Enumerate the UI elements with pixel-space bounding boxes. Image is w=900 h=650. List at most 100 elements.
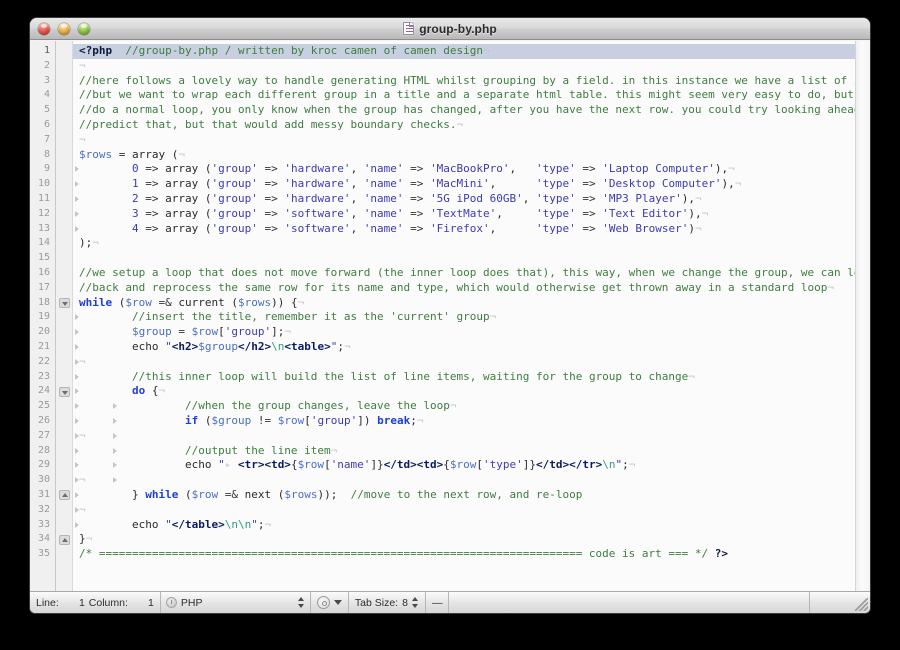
code-line[interactable]: 1 => array ('group' => 'hardware', 'name… — [73, 177, 855, 192]
code-line[interactable]: //when the group changes, leave the loop… — [73, 399, 855, 414]
code-token-str: 'name' — [363, 221, 404, 235]
fold-slot — [56, 414, 72, 429]
code-line[interactable]: //but we want to wrap each different gro… — [73, 88, 855, 103]
bundle-menu[interactable] — [311, 592, 349, 613]
code-line[interactable]: <?php //group-by.php / written by kroc c… — [73, 44, 855, 59]
code-token-op: => — [403, 177, 431, 191]
code-line[interactable]: echo "<h2>$group</h2>\n<table>";¬ — [73, 340, 855, 355]
code-token-com: //but we want to wrap each different gro… — [79, 88, 855, 102]
language-stepper-icon[interactable] — [297, 596, 305, 609]
zoom-button[interactable] — [78, 22, 90, 35]
code-line[interactable]: ¬ — [73, 355, 855, 370]
tab-indent-marker — [113, 447, 117, 454]
code-line[interactable]: //here follows a lovely way to handle ge… — [73, 74, 855, 89]
code-token-plain: )) { — [271, 295, 298, 309]
vertical-scrollbar[interactable] — [855, 41, 870, 591]
fold-toggle[interactable] — [56, 488, 72, 503]
code-line[interactable]: /* =====================================… — [73, 547, 855, 562]
code-line[interactable]: //output the line item¬ — [73, 444, 855, 459]
language-value: PHP — [180, 596, 203, 609]
code-line[interactable] — [73, 251, 855, 266]
soft-wrap-indicator[interactable]: — — [426, 592, 450, 613]
line-number-gutter[interactable]: 1 2 3 4 5 6 7 8 9 10 11 12 13 14 15 16 17 18 19 20 21 22 23 24 2… — [30, 41, 56, 591]
code-line[interactable]: echo "</table>\n\n";¬ — [73, 518, 855, 533]
code-line[interactable]: //back and reprocess the same row for it… — [73, 281, 855, 296]
code-line[interactable]: 0 => array ('group' => 'hardware', 'name… — [73, 162, 855, 177]
fold-toggle[interactable] — [56, 532, 72, 547]
tab-size-stepper-icon[interactable] — [411, 596, 419, 609]
line-value: 1 — [78, 596, 85, 609]
code-line[interactable]: //insert the title, remember it as the '… — [73, 310, 855, 325]
code-token-str: " — [251, 517, 258, 531]
code-line[interactable]: //we setup a loop that does not move for… — [73, 266, 855, 281]
code-line[interactable]: //this inner loop will build the list of… — [73, 370, 855, 385]
end-of-line-marker: ¬ — [695, 191, 702, 205]
code-token-esc: \n\n — [224, 517, 252, 531]
code-token-plain: [ — [324, 458, 331, 472]
line-number: 25 — [37, 400, 50, 412]
code-token-str: 'type' — [536, 206, 576, 220]
code-token-plain: , — [350, 177, 364, 191]
code-token-plain: , — [350, 162, 364, 176]
code-line[interactable]: while ($row =& current ($rows)) {¬ — [73, 296, 855, 311]
tab-indent-marker — [113, 462, 117, 469]
tab-indent-marker — [75, 388, 79, 395]
code-token-str: 'name' — [330, 458, 371, 472]
code-line[interactable]: //predict that, but that would add messy… — [73, 118, 855, 133]
code-token-plain: ) — [688, 221, 695, 235]
code-token-com: //back and reprocess the same row for it… — [79, 280, 828, 294]
line-number: 32 — [37, 503, 50, 515]
end-of-line-marker: ¬ — [734, 177, 742, 191]
close-button[interactable] — [38, 22, 50, 35]
code-token-plain: ), — [688, 206, 702, 220]
code-line[interactable]: ¬ — [73, 59, 855, 74]
code-text-area[interactable]: <?php //group-by.php / written by kroc c… — [73, 41, 855, 591]
code-line[interactable]: ¬ — [73, 473, 855, 488]
resize-grip-icon[interactable] — [855, 598, 868, 611]
code-line[interactable]: 3 => array ('group' => 'software', 'name… — [73, 207, 855, 222]
code-line[interactable]: 4 => array ('group' => 'software', 'name… — [73, 222, 855, 237]
code-line[interactable]: );¬ — [73, 236, 855, 251]
code-token-com: //group-by.php / written by kroc camen o… — [125, 44, 483, 57]
fold-toggle[interactable] — [56, 384, 72, 399]
line-number: 5 — [43, 104, 50, 116]
code-line[interactable]: }¬ — [73, 532, 855, 547]
code-token-var: $group — [131, 325, 172, 339]
code-line[interactable]: ¬ — [73, 429, 855, 444]
tab-size-selector[interactable]: Tab Size: 8 — [349, 592, 426, 613]
code-folding-column[interactable] — [56, 41, 73, 591]
tab-indent-marker — [75, 432, 79, 439]
code-line[interactable]: $rows = array (¬ — [73, 148, 855, 163]
code-line[interactable]: $group = $row['group'];¬ — [73, 325, 855, 340]
code-line[interactable]: //do a normal loop, you only know when t… — [73, 103, 855, 118]
fold-slot — [56, 399, 72, 414]
code-line[interactable]: echo "▸ <tr><td>{$row['name']}</td><td>{… — [73, 458, 855, 473]
code-token-num: 2 — [131, 191, 139, 205]
code-token-var: $row — [277, 413, 305, 427]
code-line[interactable]: ¬ — [73, 503, 855, 518]
fold-slot — [56, 118, 72, 133]
code-token-str: " — [165, 517, 172, 531]
fold-toggle[interactable] — [56, 296, 72, 311]
code-token-var: $row — [125, 295, 152, 309]
code-token-esc: \n — [602, 458, 616, 472]
title-bar[interactable]: group-by.php — [30, 18, 870, 40]
code-token-op: => — [575, 162, 603, 176]
code-line[interactable]: do {¬ — [73, 384, 855, 399]
line-number: 13 — [37, 222, 50, 234]
code-line[interactable]: ¬ — [73, 133, 855, 148]
code-line[interactable]: if ($group != $row['group']) break;¬ — [73, 414, 855, 429]
minimize-button[interactable] — [58, 22, 70, 35]
language-selector[interactable]: PHP — [161, 592, 311, 613]
code-line[interactable]: } while ($row =& next ($rows)); //move t… — [73, 488, 855, 503]
code-token-kw: if — [184, 413, 199, 427]
code-token-str: 'type' — [536, 162, 576, 176]
fold-slot — [56, 473, 72, 488]
tab-indent-marker — [75, 477, 79, 484]
code-token-str: 'group' — [211, 191, 258, 205]
code-token-op: => — [138, 162, 166, 176]
code-line[interactable]: 2 => array ('group' => 'hardware', 'name… — [73, 192, 855, 207]
